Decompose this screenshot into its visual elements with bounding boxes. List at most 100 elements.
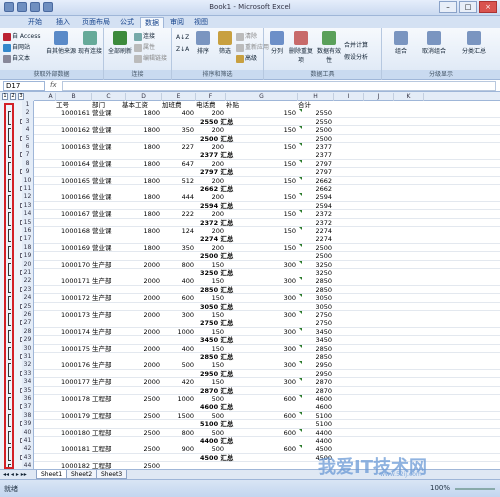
id-cell[interactable]: 1000175 bbox=[56, 345, 92, 354]
what-if-button[interactable]: 假设分析 bbox=[344, 52, 368, 61]
base-cell[interactable]: 1800 bbox=[126, 193, 162, 202]
overtime-cell[interactable]: 600 bbox=[162, 294, 196, 303]
subtotal-label[interactable]: 4500 汇总 bbox=[200, 454, 260, 463]
subsidy-cell[interactable]: 150 bbox=[226, 177, 298, 186]
id-cell[interactable]: 1000171 bbox=[56, 277, 92, 286]
total-cell[interactable]: 2500 bbox=[298, 135, 334, 144]
row-number[interactable]: 31 bbox=[22, 353, 34, 362]
dept-cell[interactable]: 营业课 bbox=[92, 126, 126, 135]
phone-cell[interactable]: 500 bbox=[196, 445, 226, 454]
subsidy-cell[interactable]: 150 bbox=[226, 160, 298, 169]
overtime-cell[interactable]: 227 bbox=[162, 143, 196, 152]
column-header[interactable]: E bbox=[162, 93, 196, 101]
total-cell[interactable]: 2500 bbox=[298, 126, 334, 135]
base-cell[interactable]: 2000 bbox=[126, 328, 162, 337]
overtime-cell[interactable]: 1500 bbox=[162, 412, 196, 421]
sheet-tab-1[interactable]: Sheet1 bbox=[36, 470, 68, 479]
consolidate-button[interactable]: 合并计算 bbox=[344, 40, 368, 49]
overtime-cell[interactable]: 400 bbox=[162, 277, 196, 286]
header-cell[interactable]: 补贴 bbox=[226, 101, 298, 110]
overtime-cell[interactable]: 300 bbox=[162, 311, 196, 320]
base-cell[interactable]: 2500 bbox=[126, 429, 162, 438]
row-number[interactable]: 35 bbox=[22, 386, 34, 396]
total-cell[interactable]: 3450 bbox=[298, 336, 334, 345]
total-cell[interactable]: 5100 bbox=[298, 420, 334, 429]
minimize-icon[interactable]: – bbox=[439, 1, 457, 13]
row-number[interactable]: 42 bbox=[22, 445, 34, 455]
header-cell[interactable]: 部门 bbox=[92, 101, 126, 110]
sheet-tab-3[interactable]: Sheet3 bbox=[96, 470, 128, 479]
sort-button[interactable]: 排序 bbox=[192, 31, 214, 55]
base-cell[interactable]: 2500 bbox=[126, 395, 162, 404]
subtotal-label[interactable]: 2797 汇总 bbox=[200, 168, 260, 177]
base-cell[interactable]: 1800 bbox=[126, 109, 162, 118]
from-access-button[interactable]: 自 Access bbox=[3, 31, 40, 41]
subtotal-label[interactable]: 3050 汇总 bbox=[200, 303, 260, 312]
total-cell[interactable]: 2662 bbox=[298, 185, 334, 194]
phone-cell[interactable]: 500 bbox=[196, 429, 226, 438]
subsidy-cell[interactable]: 150 bbox=[226, 109, 298, 118]
subsidy-cell[interactable] bbox=[226, 462, 298, 469]
id-cell[interactable]: 1000178 bbox=[56, 395, 92, 404]
row-number[interactable]: 29 bbox=[22, 336, 34, 345]
name-box[interactable]: D17 bbox=[3, 81, 45, 91]
phone-cell[interactable]: 200 bbox=[196, 244, 226, 253]
base-cell[interactable]: 2000 bbox=[126, 261, 162, 270]
total-cell[interactable]: 5100 bbox=[298, 412, 334, 421]
overtime-cell[interactable]: 400 bbox=[162, 345, 196, 354]
id-cell[interactable]: 1000164 bbox=[56, 160, 92, 169]
overtime-cell[interactable]: 500 bbox=[162, 361, 196, 370]
subsidy-cell[interactable]: 300 bbox=[226, 378, 298, 387]
base-cell[interactable]: 2000 bbox=[126, 277, 162, 286]
tab-review[interactable]: 审阅 bbox=[166, 17, 188, 28]
phone-cell[interactable]: 200 bbox=[196, 210, 226, 219]
total-cell[interactable]: 2870 bbox=[298, 387, 334, 396]
id-cell[interactable]: 1000166 bbox=[56, 193, 92, 202]
overtime-cell[interactable]: 512 bbox=[162, 177, 196, 186]
base-cell[interactable]: 1800 bbox=[126, 126, 162, 135]
row-number[interactable]: 22 bbox=[22, 277, 34, 287]
dept-cell[interactable]: 生产部 bbox=[92, 345, 126, 354]
total-cell[interactable]: 2797 bbox=[298, 160, 334, 169]
id-cell[interactable]: 1000167 bbox=[56, 210, 92, 219]
column-header[interactable]: H bbox=[298, 93, 334, 101]
row-number[interactable]: 38 bbox=[22, 411, 34, 421]
data-validation-button[interactable]: 数据有效性 bbox=[316, 31, 342, 64]
subsidy-cell[interactable]: 300 bbox=[226, 261, 298, 270]
total-cell[interactable]: 4400 bbox=[298, 437, 334, 446]
row-number[interactable]: 2 bbox=[22, 109, 34, 119]
phone-cell[interactable]: 200 bbox=[196, 227, 226, 236]
column-header[interactable]: F bbox=[196, 93, 226, 101]
sort-desc-icon[interactable]: Z↓A bbox=[176, 46, 189, 53]
overtime-cell[interactable]: 900 bbox=[162, 445, 196, 454]
total-cell[interactable]: 2870 bbox=[298, 378, 334, 387]
overtime-cell[interactable]: 800 bbox=[162, 429, 196, 438]
id-cell[interactable]: 1000170 bbox=[56, 261, 92, 270]
dept-cell[interactable]: 生产部 bbox=[92, 277, 126, 286]
subtotal-label[interactable]: 2274 汇总 bbox=[200, 235, 260, 244]
subsidy-cell[interactable]: 300 bbox=[226, 294, 298, 303]
phone-cell[interactable]: 500 bbox=[196, 412, 226, 421]
dept-cell[interactable]: 生产部 bbox=[92, 294, 126, 303]
edit-links-button[interactable]: 编辑链接 bbox=[134, 53, 167, 63]
subsidy-cell[interactable]: 300 bbox=[226, 311, 298, 320]
connections-button[interactable]: 连接 bbox=[134, 31, 155, 41]
clear-button[interactable]: 清除 bbox=[236, 31, 257, 41]
total-cell[interactable]: 2750 bbox=[298, 311, 334, 320]
dept-cell[interactable]: 营业课 bbox=[92, 160, 126, 169]
dept-cell[interactable]: 生产部 bbox=[92, 378, 126, 387]
id-cell[interactable]: 1000177 bbox=[56, 378, 92, 387]
zoom-level[interactable]: 100% bbox=[430, 484, 450, 492]
id-cell[interactable]: 1000165 bbox=[56, 177, 92, 186]
column-header[interactable]: I bbox=[334, 93, 364, 101]
dept-cell[interactable]: 营业课 bbox=[92, 143, 126, 152]
row-number[interactable]: 12 bbox=[22, 193, 34, 203]
id-cell[interactable]: 1000174 bbox=[56, 328, 92, 337]
subtotal-button[interactable]: 分类汇总 bbox=[456, 31, 492, 55]
base-cell[interactable]: 2500 bbox=[126, 445, 162, 454]
tab-home[interactable]: 开始 bbox=[24, 17, 46, 28]
overtime-cell[interactable]: 800 bbox=[162, 261, 196, 270]
refresh-all-button[interactable]: 全部刷新 bbox=[108, 31, 132, 55]
header-cell[interactable]: 合计 bbox=[298, 101, 334, 110]
dept-cell[interactable]: 营业课 bbox=[92, 177, 126, 186]
